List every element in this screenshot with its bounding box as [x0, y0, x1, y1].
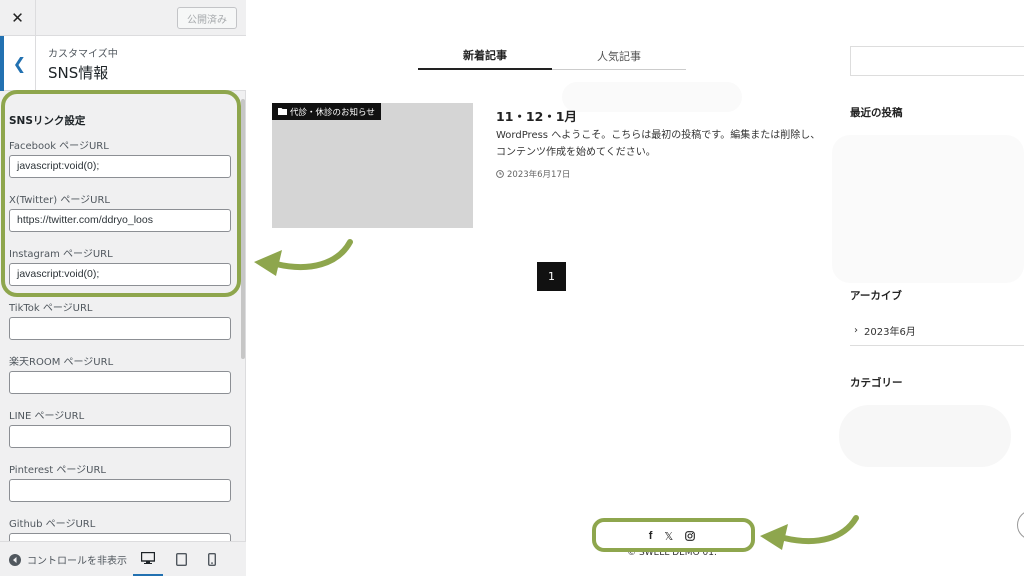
pinterest-url-label: Pinterest ページURL [9, 465, 106, 476]
placeholder-blob [839, 405, 1011, 467]
section-title: SNS情報 [48, 64, 109, 82]
category-label: 代診・休診のお知らせ [290, 107, 375, 118]
rakuten-room-url-label: 楽天ROOM ページURL [9, 357, 114, 368]
chevron-right-icon: › [854, 325, 858, 336]
group-title: SNSリンク設定 [9, 115, 86, 127]
close-icon: ✕ [11, 9, 24, 27]
pagination-current[interactable]: 1 [537, 262, 566, 291]
panel-footer: コントロールを非表示 [0, 541, 246, 576]
back-button[interactable]: ❮ [0, 36, 36, 91]
twitter-url-label: X(Twitter) ページURL [9, 195, 110, 206]
chevron-left-icon: ❮ [12, 54, 27, 73]
x-twitter-icon[interactable]: 𝕏 [664, 530, 673, 543]
placeholder-blob [832, 135, 1024, 283]
instagram-url-label: Instagram ページURL [9, 249, 113, 260]
archive-item-label: 2023年6月 [864, 327, 916, 338]
breadcrumb: カスタマイズ中 [48, 49, 118, 60]
tab-new-posts[interactable]: 新着記事 [418, 42, 552, 70]
recent-posts-title: 最近の投稿 [850, 107, 903, 119]
post-date: 2023年6月17日 [496, 168, 570, 180]
panel-scrollbar[interactable] [241, 99, 245, 359]
panel-header: ✕ 公開済み [0, 0, 246, 36]
tiktok-url-input[interactable] [9, 317, 231, 340]
preview-tablet-button[interactable] [166, 542, 196, 576]
back-to-top-button[interactable] [1017, 510, 1024, 540]
desktop-icon [141, 552, 155, 564]
controls-area: SNSリンク設定 Facebook ページURL javascript:void… [0, 91, 246, 541]
pinterest-url-input[interactable] [9, 479, 231, 502]
search-input[interactable] [850, 46, 1024, 76]
line-url-input[interactable] [9, 425, 231, 448]
facebook-url-input[interactable]: javascript:void(0); [9, 155, 231, 178]
archive-item[interactable]: › 2023年6月 [850, 316, 1024, 346]
facebook-icon[interactable]: f [649, 530, 653, 542]
collapse-icon [9, 553, 21, 566]
copyright: © SWELL DEMO 01. [627, 548, 717, 558]
twitter-url-input[interactable]: https://twitter.com/ddryo_loos [9, 209, 231, 232]
preview-mobile-button[interactable] [197, 542, 227, 576]
post-title[interactable]: 11・12・1月 [496, 106, 577, 125]
folder-icon [278, 108, 287, 115]
hide-controls-label: コントロールを非表示 [27, 556, 127, 567]
facebook-url-label: Facebook ページURL [9, 141, 109, 152]
github-url-label: Github ページURL [9, 519, 96, 530]
post-excerpt: WordPress へようこそ。こちらは最初の投稿です。編集または削除し、コンテ… [496, 130, 821, 158]
publish-button[interactable]: 公開済み [177, 7, 237, 29]
preview-desktop-button[interactable] [133, 542, 163, 576]
rakuten-room-url-input[interactable] [9, 371, 231, 394]
instagram-url-input[interactable]: javascript:void(0); [9, 263, 231, 286]
instagram-icon[interactable] [685, 531, 696, 541]
tab-popular-posts[interactable]: 人気記事 [552, 42, 686, 70]
mobile-icon [208, 553, 216, 566]
customizer-panel: ✕ 公開済み ❮ カスタマイズ中 SNS情報 SNSリンク設定 Facebook… [0, 0, 246, 576]
clock-icon [496, 170, 504, 178]
github-url-input[interactable] [9, 533, 231, 541]
placeholder-blob [562, 82, 742, 112]
post-thumbnail[interactable]: 代診・休診のお知らせ [272, 103, 473, 228]
category-title: カテゴリー [850, 377, 903, 389]
category-badge[interactable]: 代診・休診のお知らせ [272, 103, 381, 120]
tiktok-url-label: TikTok ページURL [9, 303, 93, 314]
footer-sns-icons: f 𝕏 [592, 527, 752, 545]
section-header: ❮ カスタマイズ中 SNS情報 [0, 36, 246, 91]
tablet-icon [175, 553, 187, 566]
hide-controls-button[interactable]: コントロールを非表示 [9, 542, 127, 576]
archive-title: アーカイブ [850, 290, 902, 302]
line-url-label: LINE ページURL [9, 411, 85, 422]
site-preview: 新着記事 人気記事 代診・休診のお知らせ 11・12・1月 WordPress … [247, 0, 1024, 576]
close-button[interactable]: ✕ [0, 0, 36, 36]
post-date-text: 2023年6月17日 [507, 170, 571, 180]
